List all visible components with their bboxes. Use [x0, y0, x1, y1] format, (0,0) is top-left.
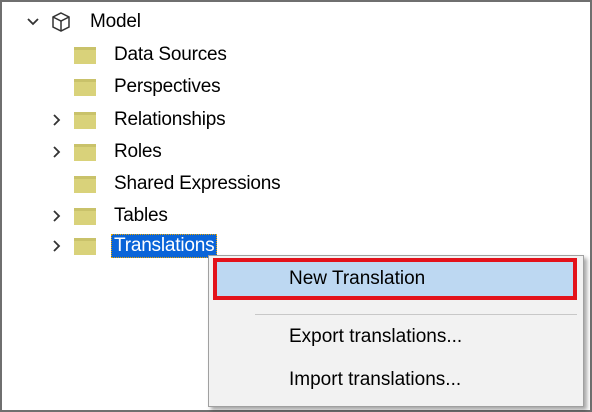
folder-icon [74, 238, 96, 255]
tree-node-label: Shared Expressions [114, 173, 281, 194]
chevron-right-icon[interactable] [48, 111, 66, 129]
chevron-right-icon[interactable] [48, 143, 66, 161]
tree-node-relationships[interactable]: Relationships [2, 106, 342, 134]
tree-node-perspectives[interactable]: Perspectives [2, 73, 342, 101]
menu-separator [255, 314, 577, 315]
tree-node-tables[interactable]: Tables [2, 202, 342, 230]
folder-icon [74, 79, 96, 96]
tree-node-label-selected: Translations [111, 234, 218, 258]
menu-item-import-translations[interactable]: Import translations... [215, 361, 575, 399]
tree-node-data-sources[interactable]: Data Sources [2, 41, 342, 69]
folder-icon [74, 208, 96, 225]
folder-icon [74, 112, 96, 129]
menu-item-label: Export translations... [289, 326, 463, 347]
menu-item-export-translations[interactable]: Export translations... [215, 318, 575, 356]
chevron-right-icon[interactable] [48, 237, 66, 255]
menu-item-label: Import translations... [289, 369, 462, 390]
context-menu: New Translation Export translations... I… [208, 255, 584, 407]
tree-node-label: Roles [114, 141, 162, 162]
folder-icon [74, 176, 96, 193]
tree-node-shared-expressions[interactable]: Shared Expressions [2, 170, 342, 198]
chevron-right-icon[interactable] [48, 207, 66, 225]
tree-node-model[interactable]: Model [2, 8, 342, 36]
folder-icon [74, 144, 96, 161]
tree-node-label: Perspectives [114, 76, 221, 97]
folder-icon [74, 47, 96, 64]
tree-node-label: Model [90, 11, 141, 32]
tree-node-label: Tables [114, 205, 168, 226]
menu-item-new-translation[interactable]: New Translation [213, 258, 577, 300]
tree-node-label: Data Sources [114, 44, 227, 65]
menu-item-label: New Translation [289, 268, 426, 289]
cube-icon [50, 11, 72, 38]
chevron-down-icon[interactable] [24, 13, 42, 31]
tree-node-label: Relationships [114, 109, 226, 130]
tree-node-roles[interactable]: Roles [2, 138, 342, 166]
